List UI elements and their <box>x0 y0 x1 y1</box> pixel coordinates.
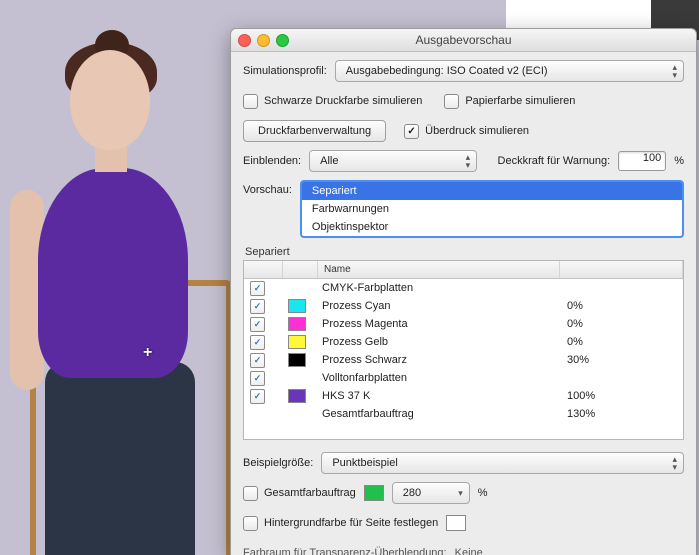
separations-group-title: Separiert <box>245 246 684 258</box>
row-visibility-checkbox[interactable] <box>250 281 265 296</box>
percent-suffix: % <box>674 155 684 167</box>
color-swatch <box>288 353 306 367</box>
transparency-space-label: Farbraum für Transparenz-Überblendung: <box>243 547 447 555</box>
color-swatch <box>288 335 306 349</box>
preview-option-object-inspector[interactable]: Objektinspektor <box>302 218 682 236</box>
opacity-warning-input[interactable]: 100 <box>618 151 666 171</box>
color-swatch <box>288 299 306 313</box>
show-label: Einblenden: <box>243 155 301 167</box>
simulate-overprint-label: Überdruck simulieren <box>425 125 529 137</box>
chevron-down-icon: ▾ <box>458 489 463 497</box>
separation-percent: 30% <box>561 354 683 366</box>
chevron-updown-icon: ▴▾ <box>466 153 471 169</box>
separation-name: Volltonfarbplatten <box>316 372 561 384</box>
color-swatch <box>288 317 306 331</box>
table-row[interactable]: CMYK-Farbplatten <box>244 279 683 297</box>
table-row[interactable]: Prozess Cyan0% <box>244 297 683 315</box>
preview-label: Vorschau: <box>243 180 292 196</box>
table-row[interactable]: Gesamtfarbauftrag130% <box>244 405 683 423</box>
separation-name: Prozess Gelb <box>316 336 561 348</box>
sample-size-label: Beispielgröße: <box>243 457 313 469</box>
simulation-profile-label: Simulationsprofil: <box>243 65 327 77</box>
checkbox-icon <box>243 94 258 109</box>
table-row[interactable]: Volltonfarbplatten <box>244 369 683 387</box>
total-ink-label: Gesamtfarbauftrag <box>264 487 356 499</box>
background-photo: + <box>0 0 240 555</box>
output-preview-dialog: Ausgabevorschau Simulationsprofil: Ausga… <box>230 28 697 555</box>
preview-select-open[interactable]: Separiert Farbwarnungen Objektinspektor <box>300 180 684 238</box>
total-ink-swatch[interactable] <box>364 485 384 501</box>
row-visibility-checkbox[interactable] <box>250 335 265 350</box>
table-row[interactable]: Prozess Magenta0% <box>244 315 683 333</box>
chevron-updown-icon: ▴▾ <box>672 455 677 471</box>
simulation-profile-select[interactable]: Ausgabebedingung: ISO Coated v2 (ECI) ▴▾ <box>335 60 684 82</box>
page-background-checkbox[interactable]: Hintergrundfarbe für Seite festlegen <box>243 516 438 531</box>
window-title: Ausgabevorschau <box>415 33 511 47</box>
ink-management-button[interactable]: Druckfarbenverwaltung <box>243 120 386 142</box>
total-ink-checkbox[interactable]: Gesamtfarbauftrag <box>243 486 356 501</box>
separation-name: CMYK-Farbplatten <box>316 282 561 294</box>
ink-management-label: Druckfarbenverwaltung <box>258 125 371 137</box>
preview-option-separations[interactable]: Separiert <box>302 182 682 200</box>
separation-percent: 130% <box>561 408 683 420</box>
separation-name: Prozess Magenta <box>316 318 561 330</box>
checkbox-icon <box>243 516 258 531</box>
page-background-label: Hintergrundfarbe für Seite festlegen <box>264 517 438 529</box>
close-icon[interactable] <box>238 34 251 47</box>
simulate-overprint-checkbox[interactable]: Überdruck simulieren <box>404 124 529 139</box>
simulate-paper-color-label: Papierfarbe simulieren <box>465 95 575 107</box>
separation-percent: 0% <box>561 336 683 348</box>
sample-size-select[interactable]: Punktbeispiel ▴▾ <box>321 452 684 474</box>
transparency-space-value: Keine <box>455 547 483 555</box>
preview-option-color-warnings[interactable]: Farbwarnungen <box>302 200 682 218</box>
checkbox-icon <box>444 94 459 109</box>
show-value: Alle <box>320 155 338 167</box>
total-ink-value-select[interactable]: 280 ▾ <box>392 482 470 504</box>
simulation-profile-value: Ausgabebedingung: ISO Coated v2 (ECI) <box>346 65 548 77</box>
separations-table: Name CMYK-FarbplattenProzess Cyan0%Proze… <box>243 260 684 440</box>
page-background-swatch[interactable] <box>446 515 466 531</box>
show-select[interactable]: Alle ▴▾ <box>309 150 477 172</box>
chevron-updown-icon: ▴▾ <box>672 63 677 79</box>
separation-name: Prozess Schwarz <box>316 354 561 366</box>
column-header-name[interactable]: Name <box>318 261 560 278</box>
simulate-black-ink-label: Schwarze Druckfarbe simulieren <box>264 95 422 107</box>
crosshair-cursor-icon: + <box>143 344 152 362</box>
table-row[interactable]: Prozess Schwarz30% <box>244 351 683 369</box>
row-visibility-checkbox[interactable] <box>250 317 265 332</box>
table-row[interactable]: Prozess Gelb0% <box>244 333 683 351</box>
minimize-icon[interactable] <box>257 34 270 47</box>
simulate-paper-color-checkbox[interactable]: Papierfarbe simulieren <box>444 94 575 109</box>
checkbox-icon <box>243 486 258 501</box>
separation-name: Gesamtfarbauftrag <box>316 408 561 420</box>
separation-percent: 0% <box>561 318 683 330</box>
total-ink-value: 280 <box>403 487 421 499</box>
row-visibility-checkbox[interactable] <box>250 389 265 404</box>
simulate-black-ink-checkbox[interactable]: Schwarze Druckfarbe simulieren <box>243 94 422 109</box>
color-swatch <box>288 389 306 403</box>
percent-suffix: % <box>478 487 488 499</box>
sample-size-value: Punktbeispiel <box>332 457 397 469</box>
titlebar[interactable]: Ausgabevorschau <box>231 29 696 52</box>
opacity-warning-label: Deckkraft für Warnung: <box>498 155 611 167</box>
checkbox-checked-icon <box>404 124 419 139</box>
table-row[interactable]: HKS 37 K100% <box>244 387 683 405</box>
separation-name: Prozess Cyan <box>316 300 561 312</box>
separation-name: HKS 37 K <box>316 390 561 402</box>
zoom-icon[interactable] <box>276 34 289 47</box>
row-visibility-checkbox[interactable] <box>250 371 265 386</box>
row-visibility-checkbox[interactable] <box>250 353 265 368</box>
row-visibility-checkbox[interactable] <box>250 299 265 314</box>
separation-percent: 100% <box>561 390 683 402</box>
separation-percent: 0% <box>561 300 683 312</box>
